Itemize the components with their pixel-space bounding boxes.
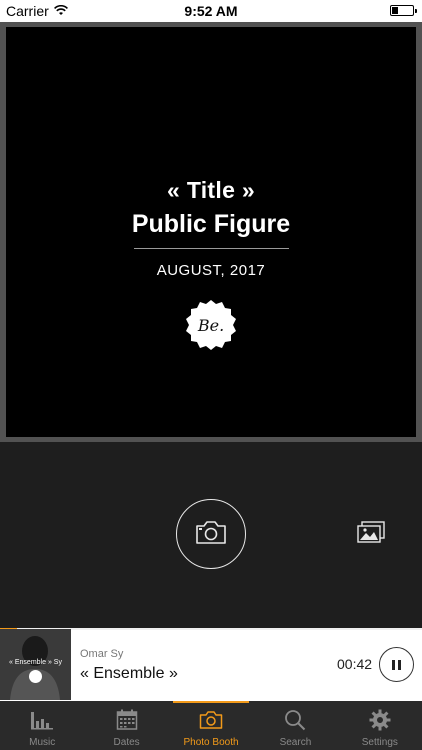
tab-bar: Music Dates Photo Booth Search Settings xyxy=(0,701,422,750)
photos-stack-icon xyxy=(356,520,386,549)
album-art-badge xyxy=(29,670,42,683)
player-artist: Omar Sy xyxy=(80,648,124,660)
player-elapsed-time: 00:42 xyxy=(337,656,373,672)
album-art-text: « Ensemble » Sy xyxy=(9,659,62,666)
calendar-icon xyxy=(116,708,138,732)
camera-icon xyxy=(195,519,227,550)
card-divider xyxy=(133,248,289,249)
tab-music[interactable]: Music xyxy=(0,701,84,750)
music-bars-icon xyxy=(30,708,54,732)
tab-photo-booth[interactable]: Photo Booth xyxy=(169,701,253,750)
badge-logo-text: Be. xyxy=(197,316,224,335)
tab-dates-label: Dates xyxy=(113,737,140,748)
capture-button[interactable] xyxy=(176,499,246,569)
player-track-title: « Ensemble » xyxy=(80,665,178,682)
status-time: 9:52 AM xyxy=(184,3,238,19)
card-subtitle: Public Figure xyxy=(131,210,291,238)
gallery-button[interactable] xyxy=(356,520,386,549)
pause-button[interactable] xyxy=(379,647,414,682)
status-bar: Carrier 9:52 AM xyxy=(0,0,422,22)
mini-player[interactable]: « Ensemble » Sy Omar Sy « Ensemble » 00:… xyxy=(0,628,422,701)
gear-icon xyxy=(369,708,391,732)
battery-icon xyxy=(390,5,417,16)
tab-music-label: Music xyxy=(29,737,56,748)
tab-photo-booth-label: Photo Booth xyxy=(183,737,239,748)
pause-icon xyxy=(391,659,403,670)
camera-icon xyxy=(199,708,223,732)
tab-search[interactable]: Search xyxy=(253,701,337,750)
tab-settings-label: Settings xyxy=(361,737,398,748)
tab-dates[interactable]: Dates xyxy=(84,701,168,750)
photo-preview-frame: « Title » Public Figure AUGUST, 2017 Be. xyxy=(0,22,422,442)
album-art[interactable]: « Ensemble » Sy xyxy=(0,629,71,700)
camera-controls xyxy=(0,442,422,628)
card-title: « Title » xyxy=(167,177,255,203)
photo-preview-card: « Title » Public Figure AUGUST, 2017 Be. xyxy=(6,27,416,437)
tab-search-label: Search xyxy=(279,737,312,748)
be-logo-badge: Be. xyxy=(185,299,237,351)
card-date: AUGUST, 2017 xyxy=(156,262,266,279)
search-icon xyxy=(284,708,306,732)
tab-settings[interactable]: Settings xyxy=(338,701,422,750)
